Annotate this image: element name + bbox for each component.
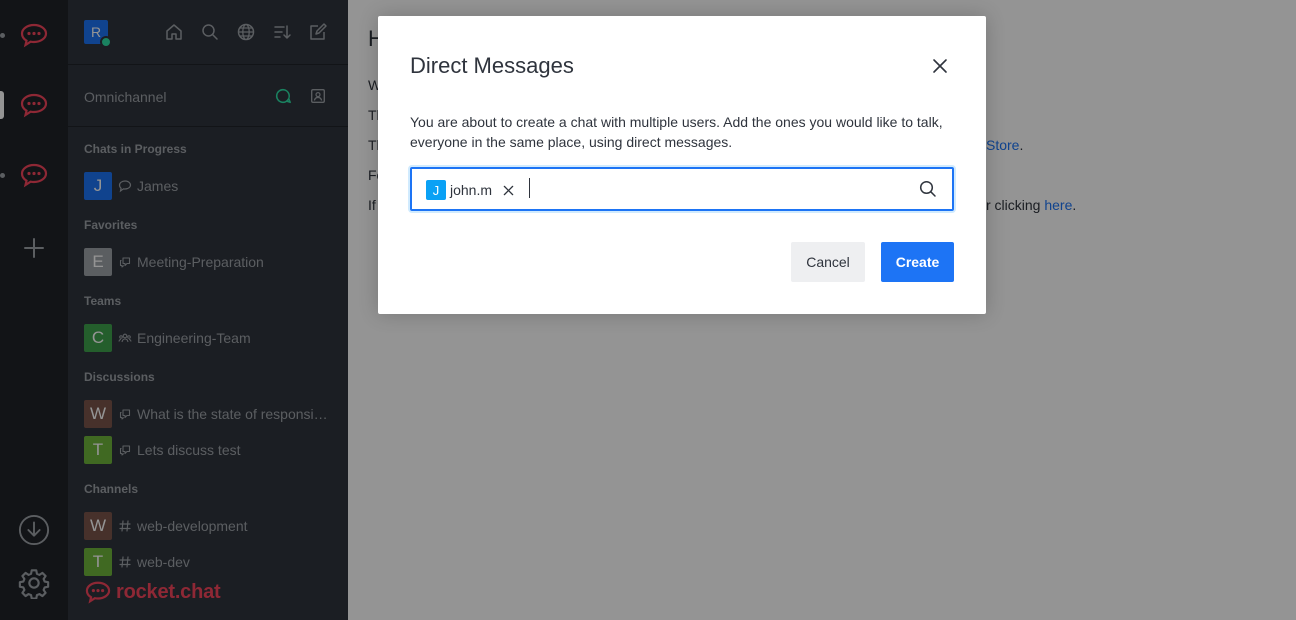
cancel-button[interactable]: Cancel bbox=[791, 242, 865, 282]
create-button[interactable]: Create bbox=[881, 242, 954, 282]
users-autocomplete-field[interactable]: J john.m bbox=[410, 167, 954, 211]
users-search-input[interactable] bbox=[534, 175, 918, 203]
close-icon bbox=[933, 59, 947, 73]
remove-user-button[interactable] bbox=[501, 183, 515, 197]
modal-description: You are about to create a chat with mult… bbox=[410, 114, 943, 150]
search-icon bbox=[919, 180, 936, 197]
selected-user-name: john.m bbox=[450, 182, 493, 198]
modal-title: Direct Messages bbox=[410, 53, 574, 78]
text-caret bbox=[529, 178, 530, 198]
selected-user-chip[interactable]: J john.m bbox=[426, 180, 515, 200]
selected-user-avatar: J bbox=[426, 180, 446, 200]
close-button[interactable] bbox=[928, 54, 952, 78]
remove-x-icon bbox=[503, 185, 513, 195]
direct-messages-modal: Direct Messages You are about to create … bbox=[378, 16, 986, 314]
